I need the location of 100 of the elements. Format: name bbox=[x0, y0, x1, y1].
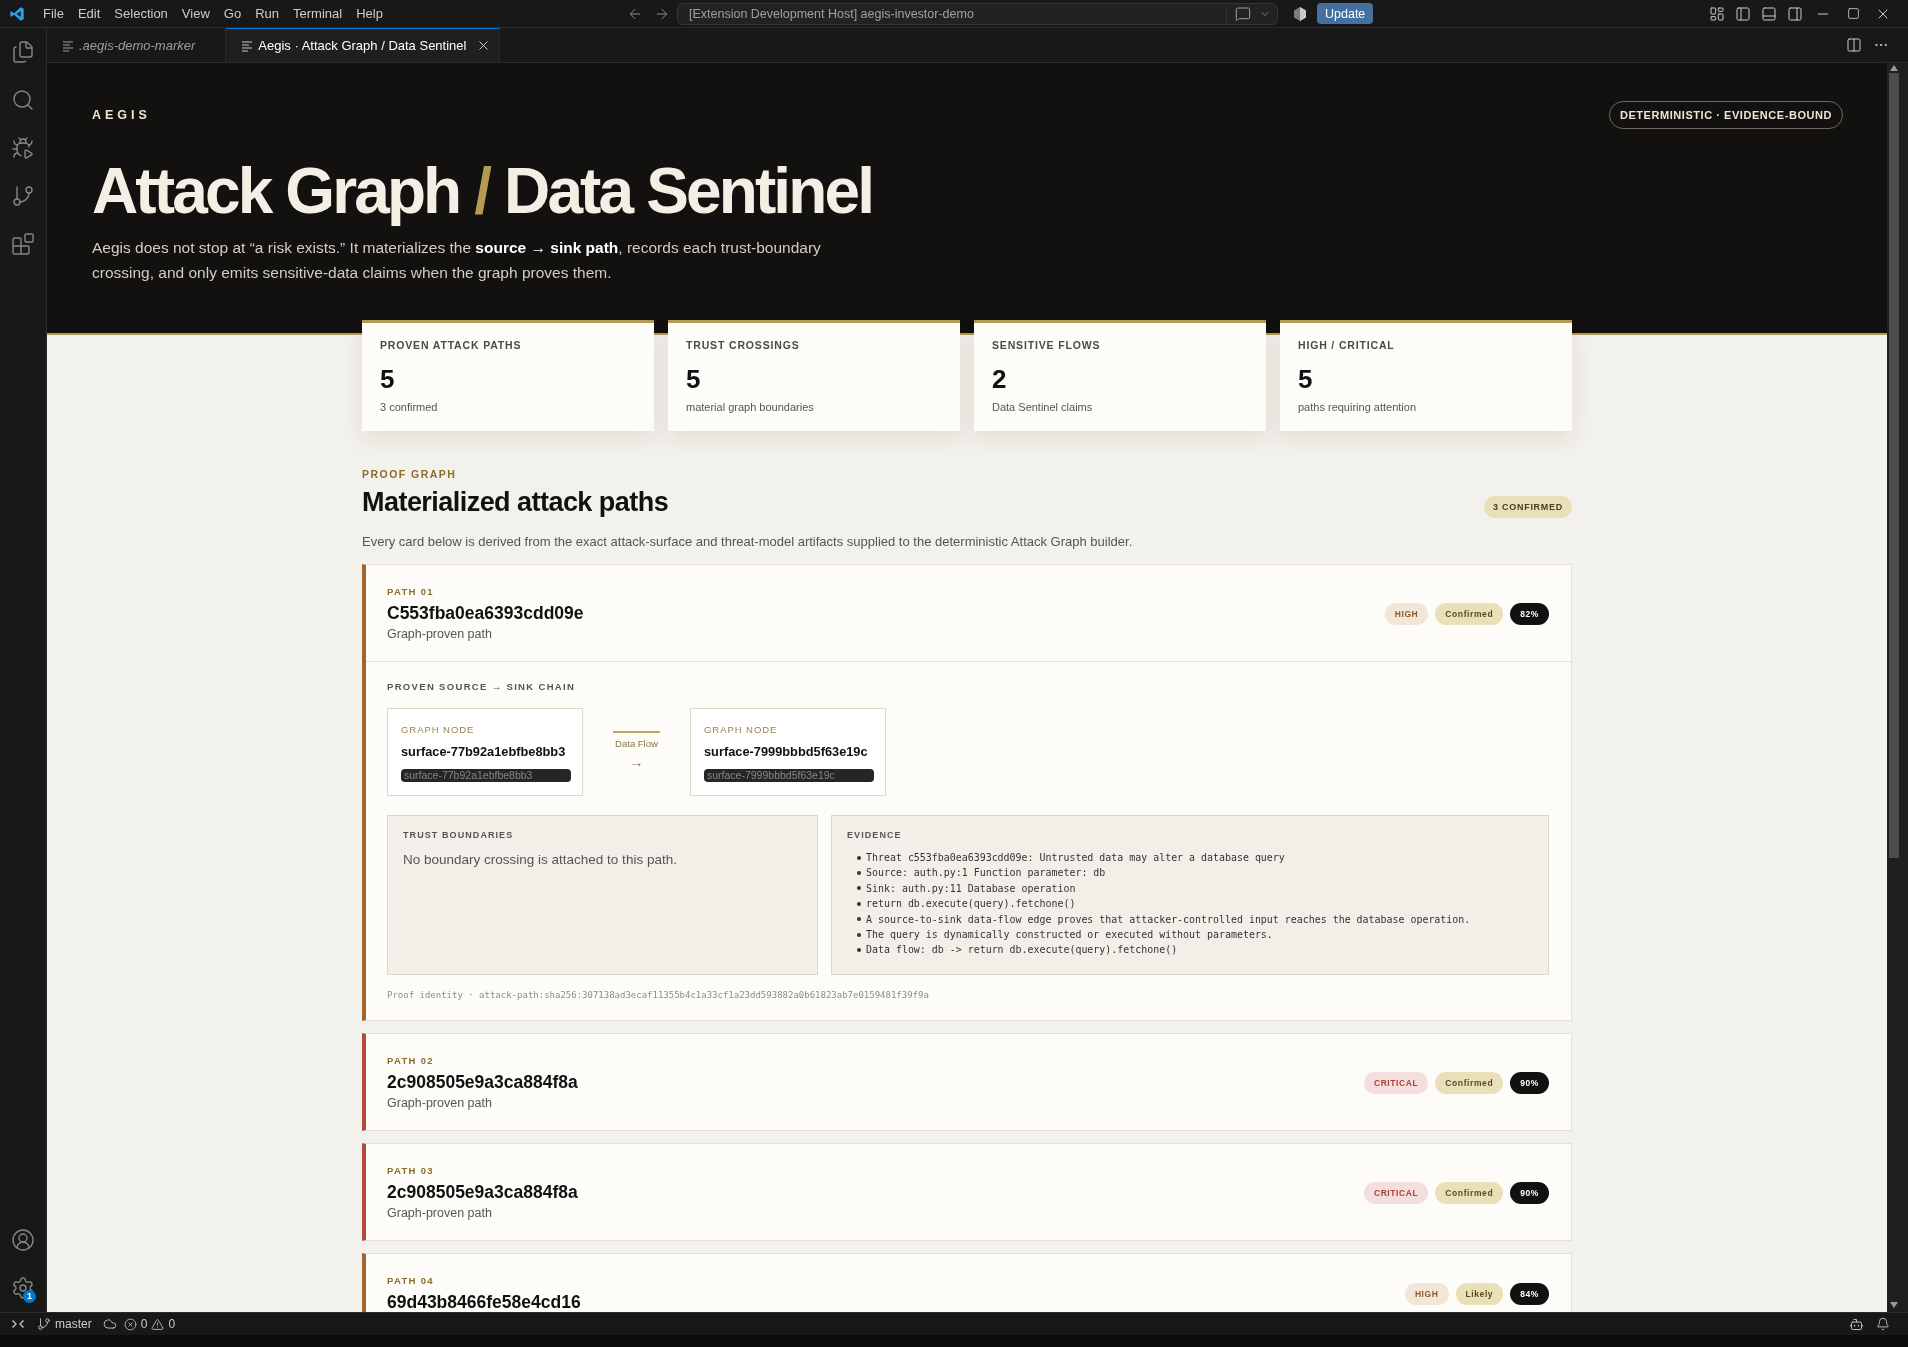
split-editor-icon[interactable] bbox=[1846, 37, 1862, 53]
path-subtitle: Graph-proven path bbox=[387, 1205, 493, 1221]
path-title: 2c908505e9a3ca884f8a bbox=[387, 1181, 578, 1203]
status-badge: Confirmed bbox=[1435, 1072, 1504, 1094]
menu-item[interactable]: Edit bbox=[70, 2, 108, 25]
problems-button[interactable]: 0 0 bbox=[122, 1313, 181, 1335]
notification-badge: 1 bbox=[23, 1290, 36, 1303]
account-icon[interactable] bbox=[11, 1228, 35, 1252]
hexagon-icon[interactable] bbox=[1292, 5, 1308, 22]
flow-line bbox=[613, 731, 660, 733]
files-icon[interactable] bbox=[11, 40, 35, 64]
path-subtitle: Graph-proven path bbox=[387, 1095, 493, 1111]
page-title: Attack Graph / Data Sentinel bbox=[92, 157, 874, 225]
scroll-down-icon[interactable] bbox=[1890, 1302, 1898, 1308]
layout-icon[interactable] bbox=[1709, 5, 1725, 22]
panel-bottom-icon[interactable] bbox=[1761, 5, 1777, 22]
cloud-icon[interactable] bbox=[102, 1317, 117, 1331]
panel-right-icon[interactable] bbox=[1787, 5, 1803, 22]
stat-note: paths requiring attention bbox=[1298, 400, 1418, 414]
severity-badge: HIGH bbox=[1384, 603, 1429, 625]
update-button[interactable]: Update bbox=[1317, 3, 1374, 24]
panel-text: No boundary crossing is attached to this path. bbox=[403, 851, 678, 869]
panel-heading: EVIDENCE bbox=[847, 830, 903, 841]
bullet-icon bbox=[857, 901, 861, 906]
stat-value: 2 bbox=[992, 364, 1008, 394]
menu-item[interactable]: Help bbox=[349, 2, 390, 25]
extensions-icon[interactable] bbox=[11, 232, 35, 256]
evidence-item: Threat c553fba0ea6393cdd09e: Untrusted data may alter a database query bbox=[866, 851, 1285, 865]
menu-item[interactable]: Terminal bbox=[286, 2, 350, 25]
bullet-icon bbox=[857, 932, 861, 937]
intro-text: Aegis does not stop at “a risk exists.” It materializes the source → sink path, records each trust-boundary crossing, and only emits sensitive-data claims when the graph proves them. bbox=[92, 238, 822, 283]
text-lines-icon bbox=[241, 39, 254, 52]
search-icon[interactable] bbox=[11, 88, 35, 112]
scroll-up-icon[interactable] bbox=[1890, 65, 1898, 71]
evidence-item: Source: auth.py:1 Function parameter: db bbox=[866, 866, 1106, 881]
path-label: PATH 02 bbox=[387, 1055, 435, 1067]
brand-name: AEGIS bbox=[92, 108, 151, 122]
chat-icon[interactable] bbox=[1235, 5, 1251, 22]
section-description: Every card below is derived from the exact attack-surface and threat-model artifacts supplied to the deterministic Attack Graph builder. bbox=[362, 533, 1134, 551]
evidence-item: Sink: auth.py:11 Database operation bbox=[866, 881, 1076, 896]
node-label: GRAPH NODE bbox=[401, 724, 476, 736]
bullet-icon bbox=[857, 855, 861, 860]
confidence-badge: 82% bbox=[1510, 603, 1549, 625]
flow-label: Data Flow bbox=[615, 738, 658, 750]
severity-badge: CRITICAL bbox=[1363, 1182, 1429, 1204]
section-eyebrow: PROOF GRAPH bbox=[362, 468, 458, 481]
panel-left-icon[interactable] bbox=[1735, 5, 1751, 22]
source-control-icon[interactable] bbox=[11, 184, 35, 208]
path-label: PATH 01 bbox=[387, 586, 435, 598]
path-title: 69d43b8466fe58e4cd16 bbox=[387, 1291, 581, 1312]
settings-icon[interactable] bbox=[11, 1276, 35, 1300]
stat-value: 5 bbox=[1298, 364, 1314, 394]
text-lines-icon bbox=[62, 39, 74, 52]
bell-icon[interactable] bbox=[1876, 1317, 1890, 1331]
confirmed-badge: 3 CONFIRMED bbox=[1484, 496, 1572, 518]
panel-heading: TRUST BOUNDARIES bbox=[403, 830, 515, 841]
menu-item[interactable]: Run bbox=[248, 2, 286, 25]
node-name: surface-77b92a1ebfbe8bb3 bbox=[401, 743, 566, 760]
error-icon bbox=[123, 1317, 137, 1331]
node-label: GRAPH NODE bbox=[704, 724, 779, 736]
path-title: C553fba0ea6393cdd09e bbox=[387, 602, 584, 624]
stat-label: PROVEN ATTACK PATHS bbox=[380, 339, 523, 352]
evidence-item: return db.execute(query).fetchone() bbox=[866, 897, 1076, 912]
stat-value: 5 bbox=[686, 364, 702, 394]
command-center[interactable]: [Extension Development Host] aegis-investor-demo bbox=[677, 2, 1278, 25]
status-badge: Confirmed bbox=[1435, 603, 1504, 625]
stat-label: HIGH / CRITICAL bbox=[1298, 339, 1396, 352]
node-name: surface-7999bbbd5f63e19c bbox=[704, 743, 868, 760]
stat-value: 5 bbox=[380, 364, 396, 394]
menu-item[interactable]: File bbox=[36, 2, 71, 25]
branch-button[interactable]: master bbox=[36, 1313, 97, 1335]
stat-note: Data Sentinel claims bbox=[992, 400, 1094, 414]
path-title: 2c908505e9a3ca884f8a bbox=[387, 1071, 578, 1093]
evidence-item: A source-to-sink data-flow edge proves that attacker-controlled input reaches the database operation. bbox=[866, 912, 1471, 927]
section-title: Materialized attack paths bbox=[362, 486, 669, 518]
bot-icon[interactable] bbox=[1849, 1316, 1864, 1332]
stat-label: TRUST CROSSINGS bbox=[686, 339, 801, 352]
severity-badge: HIGH bbox=[1404, 1283, 1449, 1305]
confidence-badge: 90% bbox=[1510, 1182, 1549, 1204]
stat-label: SENSITIVE FLOWS bbox=[992, 339, 1102, 352]
evidence-item: Data flow: db -> return db.execute(query).fetchone() bbox=[866, 943, 1178, 958]
stat-note: 3 confirmed bbox=[380, 400, 439, 414]
run-debug-icon[interactable] bbox=[11, 136, 35, 160]
path-subtitle: Graph-proven path bbox=[387, 626, 493, 642]
branch-icon bbox=[37, 1317, 51, 1331]
status-badge: Likely bbox=[1455, 1283, 1504, 1305]
menu-item[interactable]: Selection bbox=[107, 2, 175, 25]
logo-icon bbox=[9, 5, 25, 22]
menu-item[interactable]: View bbox=[174, 2, 217, 25]
confidence-badge: 84% bbox=[1510, 1283, 1549, 1305]
node-id-chip: surface-7999bbbd5f63e19c bbox=[704, 769, 874, 782]
bullet-icon bbox=[857, 948, 861, 953]
menu-item[interactable]: Go bbox=[216, 2, 249, 25]
node-id-chip: surface-77b92a1ebfbe8bb3 bbox=[401, 769, 571, 782]
bullet-icon bbox=[857, 886, 861, 891]
scrollbar-thumb[interactable] bbox=[1889, 73, 1899, 858]
confidence-badge: 90% bbox=[1510, 1072, 1549, 1094]
editor-tab[interactable]: Aegis · Attack Graph / Data Sentinel bbox=[226, 28, 501, 62]
maximize-icon[interactable] bbox=[1846, 7, 1860, 20]
evidence-item: The query is dynamically constructed or executed without parameters. bbox=[866, 927, 1273, 942]
